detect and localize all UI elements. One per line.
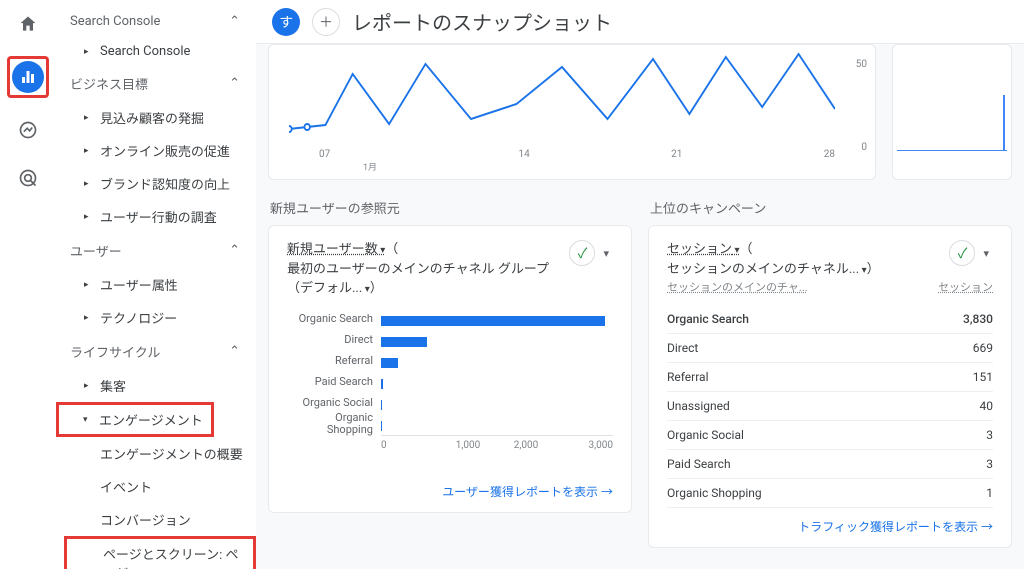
y-axis: 50 0 <box>856 59 867 153</box>
sidebar-item-user-behavior[interactable]: ▸ユーザー行動の調査 <box>56 200 256 233</box>
table-row: Organic Social3 <box>667 421 993 450</box>
dimension-selector[interactable]: 最初のユーザーのメインのチャネル グループ（デフォル... <box>287 262 549 297</box>
sessions-table: Organic Search3,830Direct669Referral151U… <box>667 305 993 508</box>
bar-row: Organic Shopping <box>287 414 613 435</box>
metric-selector[interactable]: 新規ユーザー数 <box>287 242 385 257</box>
reports-icon-highlight <box>7 56 49 98</box>
sidebar-item-engagement-overview[interactable]: エンゲージメントの概要 <box>56 437 256 470</box>
bar-row: Organic Search <box>287 309 613 330</box>
sidebar-item-user-attributes[interactable]: ▸ユーザー属性 <box>56 268 256 301</box>
sidebar-item-acquisition[interactable]: ▸集客 <box>56 369 256 402</box>
new-users-card: 新規ユーザー数（ 最初のユーザーのメインのチャネル グループ（デフォル...） … <box>268 225 632 513</box>
section-lifecycle[interactable]: ライフサイクル ⌃ <box>56 334 256 369</box>
chevron-up-icon: ⌃ <box>229 14 240 29</box>
bar-row: Paid Search <box>287 372 613 393</box>
home-icon[interactable] <box>12 8 44 40</box>
traffic-acquisition-link[interactable]: トラフィック獲得レポートを表示 <box>798 520 993 534</box>
chevron-up-icon: ⌃ <box>229 243 240 258</box>
section-business-goals[interactable]: ビジネス目標 ⌃ <box>56 66 256 101</box>
explore-icon[interactable] <box>12 114 44 146</box>
chevron-up-icon: ⌃ <box>229 76 240 91</box>
section-user[interactable]: ユーザー ⌃ <box>56 233 256 268</box>
table-row: Organic Shopping1 <box>667 479 993 508</box>
section-search-console[interactable]: Search Console ⌃ <box>56 6 256 37</box>
main-area: す ＋ レポートのスナップショット 50 0 0 <box>256 0 1024 569</box>
collection-badge[interactable]: す <box>272 8 300 36</box>
section-label: ライフサイクル <box>70 342 160 361</box>
sidebar: Search Console ⌃ ▸Search Console ビジネス目標 … <box>56 0 256 569</box>
section-label: Search Console <box>70 14 160 29</box>
card-menu[interactable]: ▾ <box>979 243 993 264</box>
dimension-selector[interactable]: セッションのメインのチャネル... <box>667 262 867 277</box>
pages-screens-highlight: ページとスクリーン: ページ... <box>64 536 256 569</box>
section-label: ビジネス目標 <box>70 74 148 93</box>
col-header-1: セッションのメインのチャ... <box>667 279 808 295</box>
x-axis: 071月 14 21 28 <box>319 149 835 173</box>
mini-card <box>892 44 1012 180</box>
sidebar-item-online-sales[interactable]: ▸オンライン販売の促進 <box>56 134 256 167</box>
table-row: Paid Search3 <box>667 450 993 479</box>
table-row: Direct669 <box>667 334 993 363</box>
overview-line-chart: 50 0 071月 14 21 28 <box>268 44 876 180</box>
table-row: Unassigned40 <box>667 392 993 421</box>
page-title: レポートのスナップショット <box>352 7 612 36</box>
sidebar-item-conversions[interactable]: コンバージョン <box>56 503 256 536</box>
topbar: す ＋ レポートのスナップショット <box>256 0 1024 44</box>
advertising-icon[interactable] <box>12 162 44 194</box>
section-label: ユーザー <box>70 241 122 260</box>
section-title-left: 新規ユーザーの参照元 <box>270 198 632 217</box>
chevron-up-icon: ⌃ <box>229 344 240 359</box>
sidebar-item-pages-screens[interactable]: ページとスクリーン: ページ... <box>67 539 253 569</box>
table-row: Referral151 <box>667 363 993 392</box>
user-acquisition-link[interactable]: ユーザー獲得レポートを表示 <box>442 485 613 499</box>
bar-row: Direct <box>287 330 613 351</box>
card-menu[interactable]: ▾ <box>599 243 613 264</box>
col-header-2: セッション <box>938 279 993 295</box>
check-icon[interactable]: ✓ <box>569 240 595 266</box>
line-chart-svg <box>289 49 835 145</box>
reports-icon[interactable] <box>12 61 44 93</box>
bar-chart: Organic SearchDirectReferralPaid SearchO… <box>287 309 613 474</box>
check-icon[interactable]: ✓ <box>949 240 975 266</box>
sidebar-item-events[interactable]: イベント <box>56 470 256 503</box>
sessions-card: セッション（ セッションのメインのチャネル...） ✓ ▾ セッションのメインの… <box>648 225 1012 548</box>
engagement-highlight: ▾エンゲージメント <box>56 402 214 437</box>
sidebar-item-technology[interactable]: ▸テクノロジー <box>56 301 256 334</box>
table-row: Organic Search3,830 <box>667 305 993 334</box>
sidebar-item-engagement[interactable]: ▾エンゲージメント <box>59 405 211 434</box>
sidebar-item-search-console[interactable]: ▸Search Console <box>56 37 256 66</box>
bar-row: Referral <box>287 351 613 372</box>
sidebar-item-lead-gen[interactable]: ▸見込み顧客の発掘 <box>56 101 256 134</box>
icon-rail <box>0 0 56 569</box>
metric-selector[interactable]: セッション <box>667 242 740 257</box>
section-title-right: 上位のキャンペーン <box>650 198 1012 217</box>
sidebar-item-brand-awareness[interactable]: ▸ブランド認知度の向上 <box>56 167 256 200</box>
add-button[interactable]: ＋ <box>312 8 340 36</box>
bar-row: Organic Social <box>287 393 613 414</box>
